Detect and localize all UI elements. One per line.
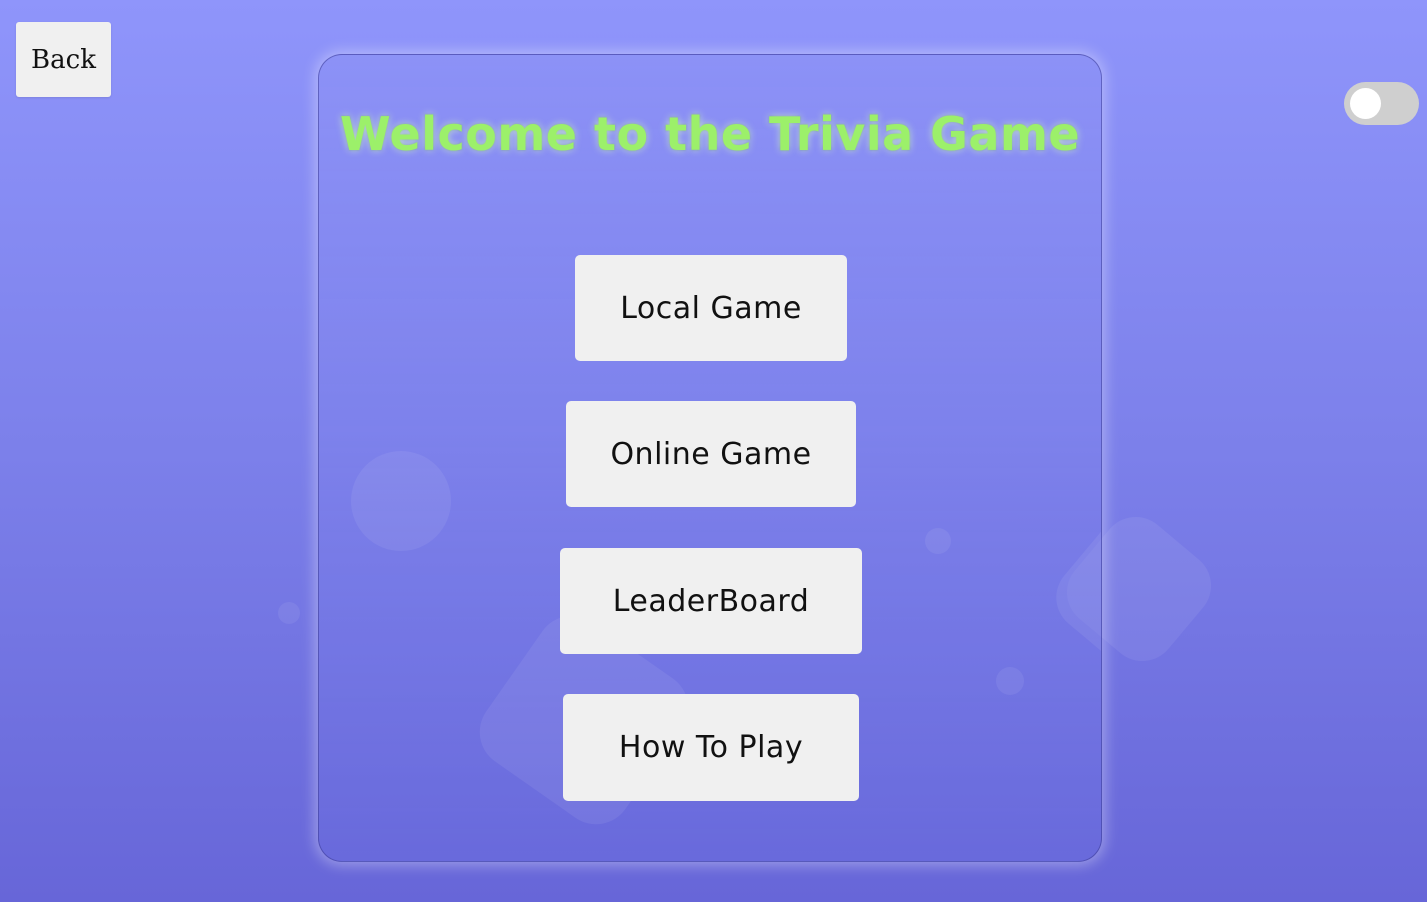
decorative-bubble: [278, 602, 300, 624]
page-title: Welcome to the Trivia Game: [339, 107, 1081, 161]
decorative-shape: [1042, 494, 1101, 692]
toggle-knob: [1350, 88, 1381, 119]
how-to-play-button[interactable]: How To Play: [563, 694, 859, 801]
online-game-button[interactable]: Online Game: [566, 401, 856, 507]
leaderboard-button[interactable]: LeaderBoard: [560, 548, 862, 654]
local-game-button[interactable]: Local Game: [575, 255, 847, 361]
decorative-bubble: [925, 528, 951, 554]
theme-toggle-switch[interactable]: [1344, 82, 1419, 125]
main-menu-panel: Welcome to the Trivia Game Local Game On…: [318, 54, 1102, 862]
decorative-bubble: [996, 667, 1024, 695]
decorative-bubble: [351, 451, 451, 551]
back-button[interactable]: Back: [16, 22, 111, 97]
